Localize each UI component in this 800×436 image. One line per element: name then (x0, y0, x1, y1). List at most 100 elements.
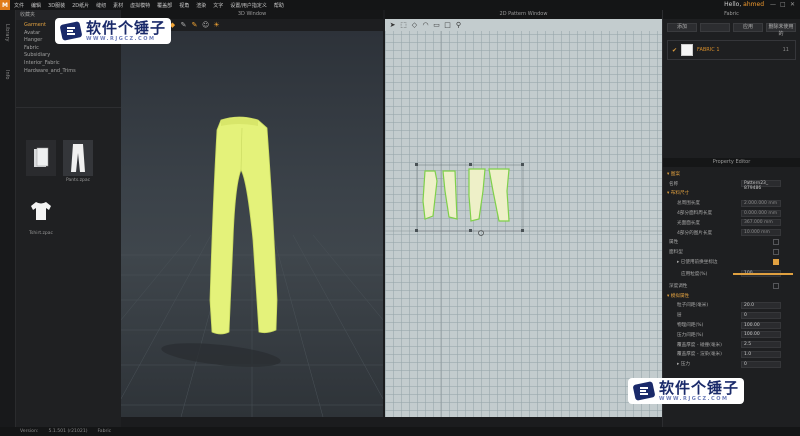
tree-item-fabric[interactable]: Fabric (24, 45, 121, 53)
property-value-field[interactable]: Pattern23_ 879486 (741, 180, 781, 191)
property-value-field[interactable]: 2.000.000 mm (741, 199, 781, 207)
property-label: 属性 (669, 240, 679, 246)
add-fabric-button[interactable]: 添加 (667, 23, 697, 32)
3d-pants-garment[interactable] (121, 10, 383, 417)
tab-library[interactable]: Library (4, 24, 10, 41)
property-row: 面料型 (663, 247, 800, 257)
minimize-icon[interactable]: — (770, 1, 776, 8)
property-checkbox[interactable] (773, 282, 779, 289)
tree-item-interior-fabric[interactable]: Interior_Fabric (24, 60, 121, 68)
close-icon[interactable]: ✕ (790, 1, 795, 8)
property-checkbox[interactable] (773, 259, 779, 266)
fabric-list-item[interactable]: ✔ FABRIC 1 11 (667, 40, 796, 60)
2d-curve-icon[interactable]: ◠ (422, 21, 429, 29)
2d-select-icon[interactable]: ➤ (389, 21, 396, 29)
maximize-icon[interactable]: □ (780, 1, 786, 8)
user-name: ahmed (743, 1, 764, 8)
status-version-label: Version: (20, 429, 39, 434)
2d-sewing-icon[interactable]: ⚲ (455, 21, 462, 29)
property-row: 4部分面料周长度 0.000.000 mm (663, 208, 800, 218)
menu-edit[interactable]: 编辑 (31, 2, 41, 9)
folder-icon (26, 140, 56, 176)
property-row: 4部分的图片长度 10.000 mm (663, 228, 800, 238)
2d-polygon-icon[interactable]: ▭ (433, 21, 440, 29)
menu-overlay[interactable]: 覆盖部 (157, 2, 172, 9)
2d-window-title: 2D Pattern Window (385, 10, 662, 19)
menu-2d-pattern[interactable]: 2D纸片 (72, 2, 89, 9)
property-value-field[interactable]: 20.0 (741, 301, 781, 309)
thumb-folder[interactable] (26, 140, 56, 176)
property-label: 名称 (669, 181, 679, 187)
menu-file[interactable]: 文件 (14, 2, 24, 9)
status-version: 5.1.501 (r21021) (48, 429, 88, 434)
tree-item-hardware[interactable]: Hardware_and_Trims (24, 68, 121, 76)
menu-view[interactable]: 视角 (179, 2, 189, 9)
property-value-field[interactable]: 100.00 (741, 321, 781, 329)
property-row: ▾ 图案 (663, 169, 800, 179)
property-slider[interactable] (733, 272, 793, 275)
tab-info[interactable]: Info (4, 70, 10, 79)
property-label: 覆盖厚度 - 渲染(毫米) (677, 352, 722, 358)
property-checkbox[interactable] (773, 239, 779, 246)
thumb-label-pants: Pants.zpac (65, 178, 91, 183)
pattern-piece-back-right (488, 168, 510, 222)
property-label: ▾ 模拟属性 (667, 293, 690, 299)
property-value-field[interactable]: 100.00 (741, 331, 781, 339)
tree-item-subsidiary[interactable]: Subsidiary (24, 52, 121, 60)
menu-avatar[interactable]: 虚拟模特 (130, 2, 150, 9)
thumb-pants[interactable]: Pants.zpac (63, 140, 93, 183)
property-value-field[interactable]: 1.0 (741, 350, 781, 358)
property-label: 面料型 (669, 250, 683, 256)
property-label: ▸ 已使用前换坐标边 (677, 260, 718, 266)
property-row: ▾ 布料尺寸 (663, 189, 800, 199)
property-value-field[interactable]: 10.000 mm (741, 229, 781, 237)
property-label: 层 (677, 313, 682, 319)
2d-pattern-window[interactable]: 2D Pattern Window ➤ ⬚ ◇ ◠ ▭ □ ⚲ (385, 10, 662, 417)
2d-transform-icon[interactable]: ⬚ (400, 21, 407, 29)
user-greeting[interactable]: Hello, ahmed (724, 1, 764, 8)
property-checkbox[interactable] (773, 249, 779, 256)
property-row: 压力间距(%) 100.00 (663, 330, 800, 340)
thumb-tshirt[interactable]: Tshirt.zpac (26, 193, 56, 236)
property-label: 压力间距(%) (677, 332, 704, 338)
tshirt-icon (26, 193, 56, 229)
2d-rectangle-icon[interactable]: □ (444, 21, 451, 29)
property-label: 粒子间距(毫米) (677, 303, 709, 309)
menu-materials[interactable]: 素材 (113, 2, 123, 9)
watermark-url: WWW.RJGCZ.COM (659, 396, 729, 402)
watermark-text: 软件个锤子 (659, 379, 740, 397)
menu-sewing[interactable]: 缝纫 (96, 2, 106, 9)
status-bar: Version: 5.1.501 (r21021) Fabric (0, 427, 800, 436)
property-value-field[interactable]: 0 (741, 360, 781, 368)
menu-bar: M 文件 编辑 3D服装 2D纸片 缝纫 素材 虚拟模特 覆盖部 视角 渲染 文… (0, 0, 800, 10)
property-label: 光面面长度 (677, 220, 700, 226)
property-value-field[interactable]: 2.5 (741, 341, 781, 349)
property-row: ▸ 已使用前换坐标边 (663, 257, 800, 267)
status-mode: Fabric (97, 429, 112, 434)
property-label: 4部分面料周长度 (677, 211, 713, 217)
property-editor-title: Property Editor (663, 158, 800, 167)
apply-fabric-button[interactable]: 应用 (733, 23, 763, 32)
property-value-field[interactable]: 0.000.000 mm (741, 209, 781, 217)
menu-render[interactable]: 渲染 (196, 2, 206, 9)
menu-settings[interactable]: 设置/用户指定义 (230, 2, 267, 9)
menu-3d-garment[interactable]: 3D服装 (48, 2, 65, 9)
3d-window[interactable]: 3D Window ➤ ✥ ◪ ✦ ◆ ✎ ✎ ☺ ☀ (121, 10, 383, 417)
pattern-canvas[interactable] (385, 31, 662, 417)
property-value-field[interactable]: 0 (741, 311, 781, 319)
property-row: 深度调性 (663, 281, 800, 291)
fabric-buttons: 添加 应用 删除未使用的 (663, 19, 800, 37)
delete-unused-button[interactable]: 删除未使用的 (766, 23, 796, 37)
menu-text[interactable]: 文字 (213, 2, 223, 9)
fabric-panel-title: Fabric (663, 10, 800, 19)
pattern-piece-front-right (442, 170, 458, 220)
2d-edit-point-icon[interactable]: ◇ (411, 21, 418, 29)
property-label: 深度调性 (669, 283, 688, 289)
menu-help[interactable]: 帮助 (274, 2, 284, 9)
property-row: 光面面长度 367.000 mm (663, 218, 800, 228)
watermark-logo-icon (633, 381, 655, 401)
property-value-field[interactable]: 367.000 mm (741, 219, 781, 227)
property-rows: ▾ 图案 名称 Pattern23_ 879486 ▾ 布料尺寸 总周围长度 2.000.… (663, 167, 800, 369)
copy-fabric-button[interactable] (700, 23, 730, 32)
property-label: ▾ 图案 (667, 171, 680, 177)
